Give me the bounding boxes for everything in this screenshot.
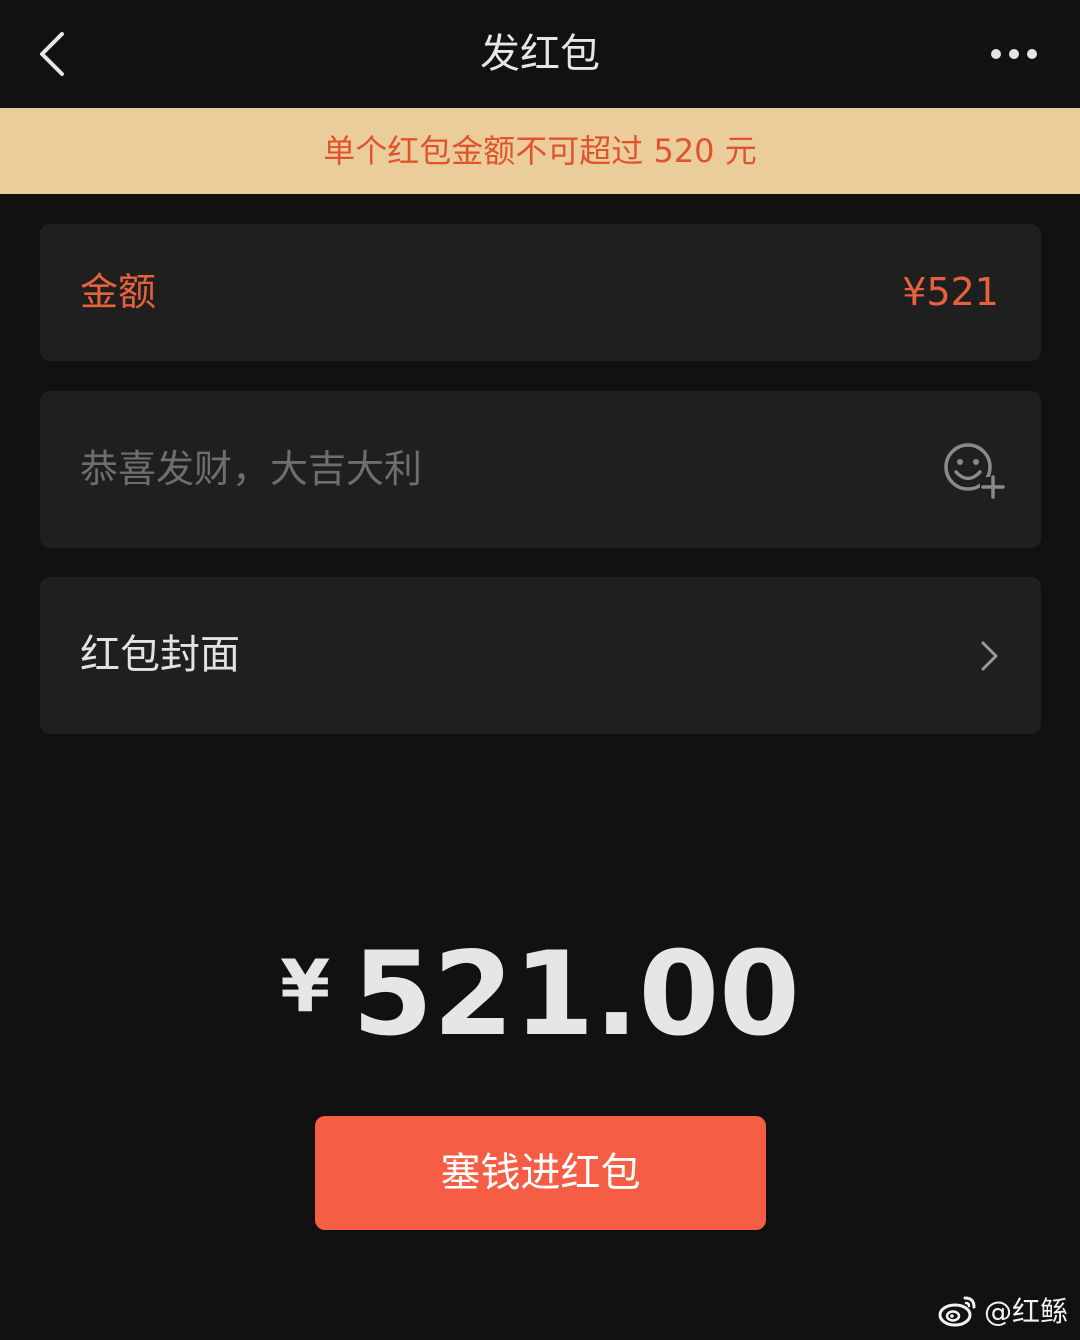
more-horizontal-icon xyxy=(991,49,1037,59)
weibo-watermark: @红鲧 xyxy=(938,1288,1068,1332)
amount-value[interactable]: ¥521 xyxy=(902,224,999,361)
amount-label: 金额 xyxy=(80,270,157,314)
emoji-add-icon xyxy=(944,443,1006,499)
red-packet-page: 发红包 单个红包金额不可超过 520 元 金额 ¥521 恭喜发财，大吉大利 红… xyxy=(0,0,1080,1340)
page-title: 发红包 xyxy=(480,31,600,77)
total-currency-symbol: ¥ xyxy=(280,944,331,1028)
limit-notice-banner: 单个红包金额不可超过 520 元 xyxy=(0,108,1080,194)
watermark-text: @红鲧 xyxy=(983,1295,1068,1328)
cover-card[interactable]: 红包封面 xyxy=(40,577,1041,734)
greeting-card xyxy=(40,391,1041,548)
chevron-right-icon xyxy=(981,641,998,671)
greeting-input[interactable] xyxy=(80,439,900,499)
weibo-logo-icon xyxy=(938,1296,976,1327)
more-button[interactable] xyxy=(984,36,1044,72)
cover-label: 红包封面 xyxy=(80,632,240,678)
emoji-button[interactable] xyxy=(942,441,1006,501)
send-red-packet-button[interactable]: 塞钱进红包 xyxy=(315,1116,766,1230)
amount-card[interactable]: 金额 ¥521 xyxy=(40,224,1041,361)
top-nav-bar: 发红包 xyxy=(0,0,1080,108)
total-amount: ¥521.00 xyxy=(0,930,1080,1060)
total-amount-value: 521.00 xyxy=(352,927,800,1062)
